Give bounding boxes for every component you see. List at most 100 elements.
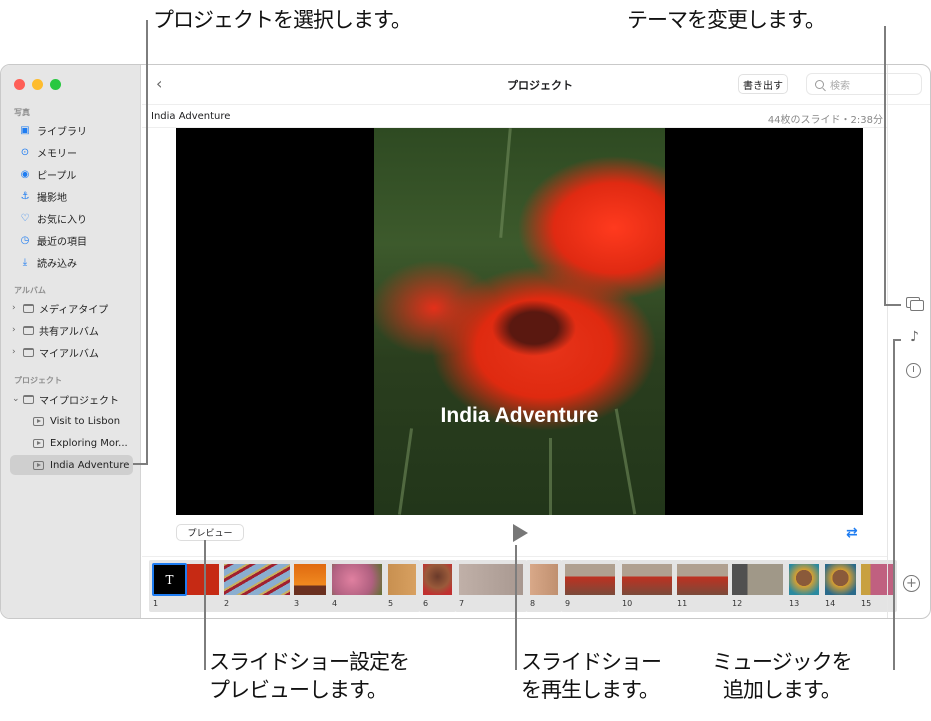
callout-play-line2: を再生します。 [521, 678, 660, 702]
timer-icon[interactable] [906, 363, 921, 378]
callout-preview: スライドショー設定を プレビューします。 [209, 648, 410, 704]
slide-thumbnail[interactable]: 12 [728, 560, 787, 612]
leader-line [884, 26, 886, 305]
slide-number: 5 [388, 599, 394, 608]
window-controls [14, 79, 61, 90]
sidebar-item-india-adventure[interactable]: India Adventure [10, 455, 133, 475]
leader-line [204, 540, 206, 670]
leader-line [515, 545, 517, 670]
add-slide-icon[interactable]: + [903, 575, 920, 592]
back-button[interactable]: ‹ [156, 74, 162, 93]
thumbnail-image [789, 564, 819, 595]
slide-thumbnail[interactable]: 3 [290, 560, 330, 612]
thumbnail-image [825, 564, 856, 595]
slide-thumbnail[interactable]: 4 [328, 560, 386, 612]
thumbnail-image [622, 564, 672, 595]
page-title: プロジェクト [507, 79, 573, 92]
slide-thumbnail[interactable]: 5 [384, 560, 420, 612]
photo-library-icon: ▣ [20, 124, 30, 136]
sidebar-heading-projects: プロジェクト [14, 376, 62, 385]
callout-music-line2: 追加します。 [722, 678, 842, 702]
repeat-icon[interactable]: ⇄ [846, 525, 858, 541]
slide-thumbnail[interactable]: 10 [618, 560, 676, 612]
slide-number: 12 [732, 599, 743, 608]
sidebar-item-shared-albums[interactable]: › 共有アルバム [12, 320, 135, 340]
chevron-right-icon[interactable]: › [12, 303, 21, 313]
search-placeholder: 検索 [830, 80, 850, 92]
sidebar-item-my-albums[interactable]: › マイアルバム [12, 342, 135, 362]
callout-change-theme: テーマを変更します。 [627, 8, 826, 32]
sidebar-item-label: Visit to Lisbon [50, 415, 121, 427]
thumbnail-image [677, 564, 729, 595]
callout-music-line1: ミュージックを [712, 650, 853, 674]
decoration [397, 428, 414, 515]
project-info-bar: India Adventure 44枚のスライド・2:38分 [142, 106, 887, 128]
sidebar-item-label: マイプロジェクト [39, 395, 119, 407]
zoom-button[interactable] [50, 79, 61, 90]
main-area: ‹ プロジェクト 書き出す 検索 India Adventure 44枚のスライ… [142, 65, 930, 618]
slide-thumbnail[interactable]: 11 [673, 560, 733, 612]
slide-number: 9 [565, 599, 571, 608]
close-button[interactable] [14, 79, 25, 90]
slide-thumbnail[interactable]: 8 [526, 560, 562, 612]
project-name: India Adventure [151, 111, 231, 122]
chevron-right-icon[interactable]: › [12, 325, 21, 335]
slide-number: 14 [825, 599, 836, 608]
sidebar-item-recents[interactable]: ◷ 最近の項目 [19, 230, 142, 250]
sidebar-item-label: お気に入り [37, 214, 87, 226]
chevron-right-icon[interactable]: › [12, 347, 21, 357]
sidebar-item-media-types[interactable]: › メディアタイプ [12, 298, 135, 318]
slide-thumbnail[interactable]: 14 [821, 560, 860, 612]
slide-number: 7 [459, 599, 465, 608]
sidebar-item-exploring[interactable]: Exploring Mor... [10, 433, 133, 453]
callout-music: ミュージックを 追加します。 [712, 648, 853, 704]
sidebar-item-imports[interactable]: ⤓ 読み込み [19, 252, 142, 272]
photos-window: 写真 ▣ ライブラリ ⊙ メモリー ◉ ピープル ⚓ 撮影地 ♡ お気に入り ◷ 最近の項目… [0, 64, 931, 619]
sidebar-item-my-projects[interactable]: ⌄ マイプロジェクト [12, 389, 135, 409]
thumbnail-image [332, 564, 382, 595]
title-slide-thumbnail: T [152, 563, 187, 596]
sidebar-item-people[interactable]: ◉ ピープル [19, 164, 142, 184]
thumbnail-image [388, 564, 416, 595]
slide-thumbnail[interactable]: T1 [149, 560, 223, 612]
leader-line [893, 339, 901, 341]
people-icon: ◉ [20, 168, 30, 180]
slide-thumbnail[interactable]: 13 [785, 560, 823, 612]
chevron-down-icon[interactable]: ⌄ [12, 394, 21, 404]
export-button[interactable]: 書き出す [738, 74, 788, 94]
slide-title-text: India Adventure [440, 404, 599, 427]
decoration [499, 128, 512, 238]
folder-icon [23, 303, 34, 313]
play-icon[interactable] [513, 524, 528, 542]
slide-viewer[interactable]: India Adventure [176, 128, 863, 515]
thumbnail-image [565, 564, 615, 595]
slide-number: 13 [789, 599, 800, 608]
minimize-button[interactable] [32, 79, 43, 90]
sidebar-item-library[interactable]: ▣ ライブラリ [19, 120, 142, 140]
slide-number: 8 [530, 599, 536, 608]
shared-folder-icon [23, 325, 34, 335]
memories-icon: ⊙ [20, 146, 30, 158]
sidebar-item-memories[interactable]: ⊙ メモリー [19, 142, 142, 162]
themes-icon[interactable] [906, 297, 924, 311]
thumbnail-image [294, 564, 326, 595]
music-note-icon[interactable]: ♪ [910, 329, 919, 345]
slide-count-duration: 44枚のスライド・2:38分 [767, 115, 883, 126]
thumbnail-image: T [152, 563, 219, 596]
sidebar-item-places[interactable]: ⚓ 撮影地 [19, 186, 142, 206]
heart-icon: ♡ [20, 212, 30, 224]
slide-number: 15 [861, 599, 872, 608]
slide-number: 11 [677, 599, 688, 608]
toolbar: ‹ プロジェクト 書き出す 検索 [142, 65, 930, 105]
slide-number: 3 [294, 599, 300, 608]
folder-icon [23, 394, 34, 404]
slide-thumbnail[interactable]: 6 [419, 560, 456, 612]
thumbnail-image [459, 564, 523, 595]
slide-number: 6 [423, 599, 429, 608]
sidebar-item-visit-to-lisbon[interactable]: Visit to Lisbon [10, 411, 133, 431]
slide-thumbnail[interactable]: 9 [561, 560, 619, 612]
sidebar-item-favorites[interactable]: ♡ お気に入り [19, 208, 142, 228]
preview-button[interactable]: プレビュー [176, 524, 244, 541]
callout-play-line1: スライドショー [521, 650, 662, 674]
import-icon: ⤓ [22, 256, 28, 268]
